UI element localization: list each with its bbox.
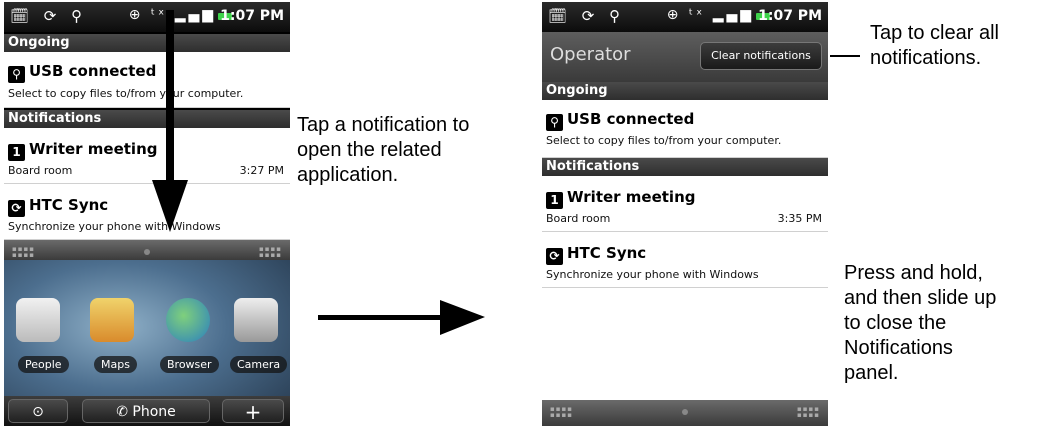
- sync-icon: ⟳: [546, 248, 563, 265]
- status-time: 1:07 PM: [758, 8, 822, 24]
- callout-press-hold: Press and hold, and then slide up to clo…: [844, 261, 996, 386]
- callout-tap-notification: Tap a notification to open the related a…: [297, 113, 469, 188]
- writer-subtitle: Board room: [546, 212, 611, 225]
- right-arrow-shaft: [318, 315, 448, 320]
- usb-subtitle: Select to copy files to/from your comput…: [546, 134, 782, 147]
- writer-title: Writer meeting: [567, 188, 696, 206]
- slide-down-arrow-head: [152, 180, 188, 232]
- writer-time: 3:35 PM: [777, 212, 822, 225]
- section-notifications: Notifications: [542, 158, 828, 176]
- status-left-icons: 🗓 ⟳ ⚲: [548, 7, 626, 25]
- slide-down-arrow-shaft: [166, 10, 174, 190]
- notification-usb[interactable]: ⚲ USB connected Select to copy files to/f…: [542, 100, 828, 158]
- right-arrow-head: [440, 300, 485, 335]
- htcsync-title: HTC Sync: [567, 244, 647, 262]
- notification-htc-sync[interactable]: ⟳ HTC Sync Synchronize your phone with Wi…: [542, 232, 828, 288]
- callout-line: Tap to clear all: [870, 22, 999, 44]
- callout-line: Tap a notification to: [297, 114, 470, 136]
- callout-line: panel.: [844, 362, 899, 384]
- signal-icons: ⊕ ᵗˣ ▂▄▆: [666, 7, 754, 23]
- callout-line: to close the: [844, 312, 947, 334]
- notification-writer-meeting[interactable]: 1 Writer meeting Board room 3:35 PM: [542, 176, 828, 232]
- callout-line: Notifications: [844, 337, 953, 359]
- phone-screen-with-operator: 🗓 ⟳ ⚲ ⊕ ᵗˣ ▂▄▆ 1:07 PM Operator Clear no…: [542, 2, 828, 426]
- htcsync-subtitle: Synchronize your phone with Windows: [546, 268, 759, 281]
- callout-line: and then slide up: [844, 287, 997, 309]
- section-ongoing: Ongoing: [542, 82, 828, 100]
- callout-line: application.: [297, 164, 399, 186]
- usb-icon: ⚲: [546, 114, 563, 131]
- callout-connector-line: [830, 55, 860, 57]
- panel-drag-handle[interactable]: ▪▪▪▪ ▪▪▪▪ ▪▪▪▪ ▪▪▪▪: [542, 400, 828, 426]
- callout-line: Press and hold,: [844, 262, 983, 284]
- operator-name: Operator: [550, 44, 631, 65]
- callout-line: notifications.: [870, 47, 982, 69]
- status-bar: 🗓 ⟳ ⚲ ⊕ ᵗˣ ▂▄▆ 1:07 PM: [542, 2, 828, 32]
- clear-notifications-button[interactable]: Clear notifications: [700, 42, 822, 70]
- usb-title: USB connected: [567, 110, 695, 128]
- empty-panel-area: [542, 288, 828, 400]
- callout-tap-clear: Tap to clear all notifications.: [870, 21, 999, 71]
- operator-bar: Operator Clear notifications: [542, 32, 828, 82]
- calendar-icon: 1: [546, 192, 563, 209]
- callout-line: open the related: [297, 139, 442, 161]
